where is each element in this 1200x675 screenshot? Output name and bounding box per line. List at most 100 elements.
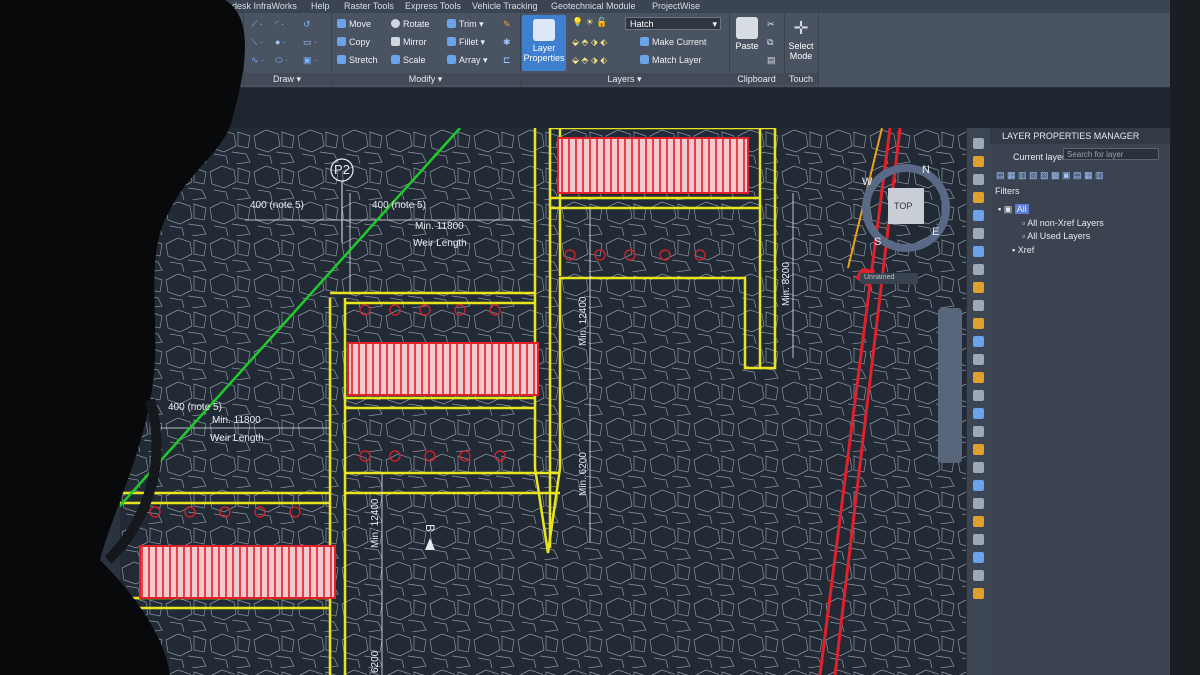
layer-state-icons[interactable]: 💡 ☀ 🔓 [572, 17, 607, 28]
tool-12-icon[interactable] [973, 336, 984, 347]
menu-raster-tools[interactable]: Raster Tools [344, 1, 394, 11]
tool-1-icon[interactable] [973, 138, 984, 149]
layer-properties-button[interactable]: Layer Properties [522, 15, 566, 71]
filter-non-xref-label: All non-Xref Layers [1027, 218, 1104, 228]
filter-folder-icon: ▪ ▣ [998, 204, 1015, 214]
explode-icon[interactable]: ✱ [503, 37, 511, 48]
menu-vehicle-tracking[interactable]: Vehicle Tracking [472, 1, 538, 11]
tool-7-icon[interactable] [973, 246, 984, 257]
tool-2-icon[interactable] [973, 156, 984, 167]
undo-icon[interactable]: ↺ [303, 19, 311, 30]
offset-icon[interactable]: ⊏ [503, 55, 511, 66]
tool-20-icon[interactable] [973, 480, 984, 491]
compass-e[interactable]: E [932, 226, 939, 238]
circle-icon[interactable]: ● · [275, 37, 286, 47]
tool-10-icon[interactable] [973, 300, 984, 311]
paste-button[interactable]: Paste [732, 17, 762, 51]
tool-4-icon[interactable] [973, 192, 984, 203]
dim-note5-top-b: 400 (note 5) [372, 200, 426, 211]
rectangle-icon[interactable]: ▭ · [303, 37, 317, 48]
match-properties-icon[interactable]: ▤ [767, 55, 776, 66]
draw-panel-label: Draw ▾ [243, 73, 331, 85]
rotate-button[interactable]: Rotate [391, 19, 430, 29]
layer-tools-row2-icons[interactable]: ⬙ ⬘ ⬗ ⬖ [572, 55, 607, 66]
erase-icon[interactable]: ✎ [503, 19, 511, 30]
tool-21-icon[interactable] [973, 498, 984, 509]
make-current-icon [640, 37, 649, 46]
select-mode-button[interactable]: ✛ Select Mode [786, 17, 816, 61]
viewcube-top-label[interactable]: TOP [894, 201, 912, 211]
menu-projectwise[interactable]: ProjectWise [652, 1, 700, 11]
menu-help[interactable]: Help [311, 1, 330, 11]
tool-15-icon[interactable] [973, 390, 984, 401]
tool-22-icon[interactable] [973, 516, 984, 527]
paste-icon [736, 17, 758, 39]
filter-used-layers[interactable]: ▫ All Used Layers [1022, 231, 1090, 241]
fillet-button[interactable]: Fillet ▾ [447, 37, 485, 48]
copy-label: Copy [349, 37, 371, 47]
tool-8-icon[interactable] [973, 264, 984, 275]
move-button[interactable]: Move [337, 19, 371, 29]
arc-icon[interactable]: ◜ · [275, 19, 284, 30]
menu-geotechnical-module[interactable]: Geotechnical Module [551, 1, 636, 11]
tool-26-icon[interactable] [973, 588, 984, 599]
drawing-canvas[interactable]: P2 400 (note 5) 400 (note 5) Min. 11800 … [120, 128, 966, 675]
make-current-button[interactable]: Make Current [640, 37, 707, 47]
monitor-bezel [1170, 0, 1200, 675]
tool-14-icon[interactable] [973, 372, 984, 383]
tool-25-icon[interactable] [973, 570, 984, 581]
tool-5-icon[interactable] [973, 210, 984, 221]
tool-16-icon[interactable] [973, 408, 984, 419]
tool-9-icon[interactable] [973, 282, 984, 293]
modify-panel: Move Rotate Trim ▾ ✎ Copy Mirror Fillet … [331, 13, 521, 87]
menu-express-tools[interactable]: Express Tools [405, 1, 461, 11]
dim-min6200-mid: Min. 6200 [578, 452, 589, 496]
compass-w[interactable]: W [862, 176, 872, 188]
compass-s[interactable]: S [874, 236, 881, 248]
trim-button[interactable]: Trim ▾ [447, 19, 484, 30]
region-icon[interactable]: ▣ · [303, 55, 317, 66]
tool-6-icon[interactable] [973, 228, 984, 239]
compass-n[interactable]: N [922, 164, 930, 176]
tool-17-icon[interactable] [973, 426, 984, 437]
mirror-button[interactable]: Mirror [391, 37, 427, 47]
layer-toolbar-icons[interactable]: ▤ ▦ ▥ ▧ ▨ ▩ ▣ ▤ ▦ ▥ [996, 170, 1104, 181]
tool-19-icon[interactable] [973, 462, 984, 473]
touch-panel-label: Touch [784, 73, 818, 85]
layer-tools-row1-icons[interactable]: ⬙ ⬘ ⬗ ⬖ [572, 37, 607, 48]
tool-24-icon[interactable] [973, 552, 984, 563]
array-button[interactable]: Array ▾ [447, 55, 488, 66]
copy-button[interactable]: Copy [337, 37, 370, 47]
mirror-icon [391, 37, 400, 46]
dim-6200-low: 6200 [370, 650, 381, 673]
filter-non-xref[interactable]: ▫ All non-Xref Layers [1022, 218, 1104, 228]
move-label: Move [349, 19, 372, 29]
cut-icon[interactable]: ✂ [767, 19, 775, 30]
spline-icon[interactable]: ∿ · [251, 55, 264, 66]
menu-infraworks[interactable]: desk InfraWorks [232, 1, 297, 11]
polyline-icon[interactable]: ⟍ · [251, 37, 263, 48]
filter-xref[interactable]: ▪ Xref [1012, 245, 1034, 255]
scale-button[interactable]: Scale [391, 55, 426, 65]
dim-note5-top-a: 400 (note 5) [250, 200, 304, 211]
layer-properties-icon [533, 19, 555, 41]
layers-panel: Layer Properties 💡 ☀ 🔓 Hatch ▾ ⬙ ⬘ ⬗ ⬖ Ma… [520, 13, 730, 87]
tool-3-icon[interactable] [973, 174, 984, 185]
tool-13-icon[interactable] [973, 354, 984, 365]
tool-23-icon[interactable] [973, 534, 984, 545]
match-layer-button[interactable]: Match Layer [640, 55, 702, 65]
current-layer-dropdown[interactable]: Hatch ▾ [625, 17, 721, 30]
mirror-label: Mirror [403, 37, 427, 47]
tool-18-icon[interactable] [973, 444, 984, 455]
current-layer-value: Hatch [630, 19, 654, 29]
line-icon[interactable]: ⟋ · [251, 19, 263, 30]
ellipse-icon[interactable]: ⬭ · [275, 55, 288, 66]
layer-search-input[interactable]: Search for layer [1063, 148, 1159, 160]
tool-11-icon[interactable] [973, 318, 984, 329]
move-icon [337, 19, 346, 28]
stretch-button[interactable]: Stretch [337, 55, 378, 65]
navigation-bar[interactable] [938, 308, 962, 463]
dim-min11800-left: Min. 11800 [212, 415, 261, 426]
copy-clip-icon[interactable]: ⧉ [767, 37, 773, 48]
filter-tree-all[interactable]: ▪ ▣ All [998, 204, 1029, 215]
